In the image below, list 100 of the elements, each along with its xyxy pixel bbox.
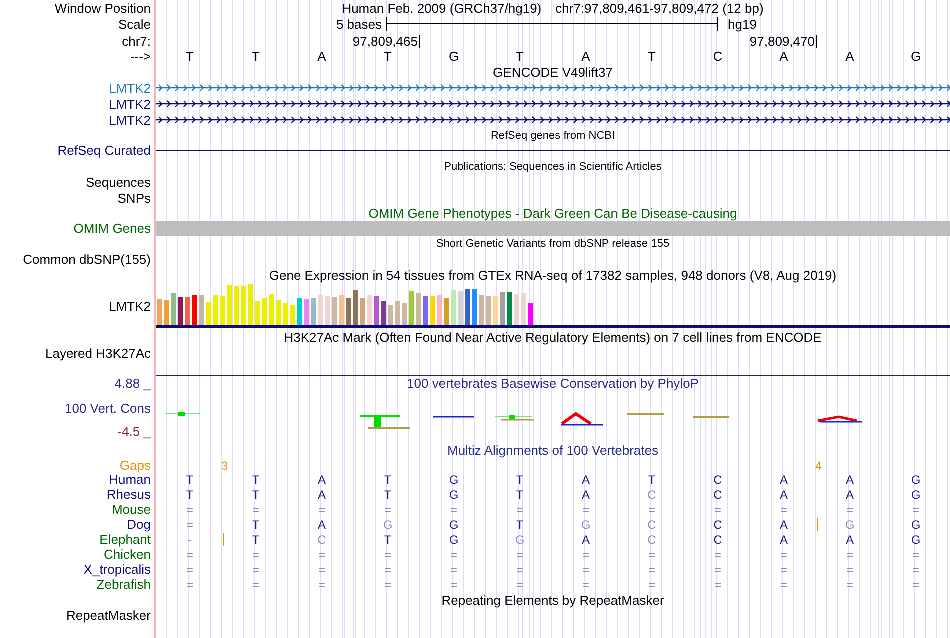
aligned-base: =: [450, 502, 458, 516]
axis-min-label: -4.5 _: [118, 426, 151, 438]
position-range-text: chr7:97,809,461-97,809,472 (12 bp): [556, 0, 764, 16]
track-label: Scale: [118, 17, 151, 32]
aligned-base: T: [384, 472, 392, 486]
aligned-base: =: [384, 578, 392, 592]
aligned-base: =: [912, 562, 920, 576]
aligned-base: =: [846, 548, 854, 562]
base-letter: G: [910, 49, 922, 64]
aligned-base: =: [648, 548, 656, 562]
track-title: Gene Expression in 54 tissues from GTEx RNA-seq of 17382 samples, 948 donors (V8, Aug 2019): [269, 268, 837, 283]
aligned-base: A: [582, 472, 590, 486]
aligned-base: =: [912, 548, 920, 562]
aligned-base: A: [780, 518, 788, 532]
aligned-base: G: [449, 488, 459, 502]
aligned-base: =: [912, 502, 920, 516]
aligned-base: T: [516, 518, 524, 532]
aligned-base: C: [648, 518, 656, 532]
aligned-base: =: [846, 502, 854, 516]
aligned-base: =: [384, 502, 392, 516]
species-label: Elephant: [100, 532, 151, 547]
base-letter: A: [580, 49, 592, 64]
aligned-base: T: [384, 532, 392, 546]
aligned-base: =: [318, 502, 326, 516]
base-letter: A: [316, 49, 328, 64]
aligned-base: T: [252, 518, 260, 532]
base-letter: T: [515, 49, 525, 64]
aligned-base: G: [449, 518, 459, 532]
species-label: Chicken: [104, 547, 151, 562]
species-label: X_tropicalis: [84, 562, 151, 577]
track-label: chr7:: [122, 34, 151, 48]
track-label: Common dbSNP(155): [23, 252, 151, 267]
aligned-base: =: [648, 502, 656, 516]
aligned-base: =: [714, 548, 722, 562]
track-label: Window Position: [54, 0, 151, 16]
aligned-base: A: [582, 488, 590, 502]
track-label: Gaps: [120, 458, 151, 473]
track-label: 100 Vert. Cons: [65, 400, 151, 418]
gene-label: LMTK2: [109, 96, 151, 112]
gene-label: LMTK2: [109, 80, 151, 96]
species-label: Human: [109, 472, 151, 487]
species-label: Mouse: [112, 502, 151, 517]
aligned-base: =: [516, 562, 524, 576]
aligned-base: =: [714, 578, 722, 592]
aligned-base: A: [780, 532, 788, 546]
aligned-base: G: [449, 472, 459, 486]
track-title: GENCODE V49lift37: [493, 64, 613, 80]
strand-label: --->: [130, 49, 151, 64]
assembly-text: Human Feb. 2009 (GRCh37/hg19): [342, 0, 542, 16]
aligned-base: =: [252, 502, 260, 516]
aligned-base: =: [516, 578, 524, 592]
aligned-base: =: [714, 502, 722, 516]
aligned-base: G: [383, 518, 393, 532]
species-label: Dog: [127, 517, 151, 532]
aligned-base: =: [318, 562, 326, 576]
aligned-base: =: [582, 562, 590, 576]
aligned-base: A: [846, 472, 854, 486]
aligned-base: A: [318, 488, 326, 502]
aligned-base: C: [318, 532, 326, 546]
track-label: RepeatMasker: [66, 608, 151, 623]
aligned-base: G: [911, 532, 921, 546]
aligned-base: -: [188, 532, 192, 546]
track-title: Repeating Elements by RepeatMasker: [442, 592, 664, 608]
aligned-base: =: [846, 578, 854, 592]
base-letter: C: [712, 49, 724, 64]
base-letter: T: [251, 49, 261, 64]
aligned-base: =: [186, 518, 194, 532]
aligned-base: T: [186, 488, 194, 502]
aligned-base: =: [252, 562, 260, 576]
aligned-base: =: [384, 548, 392, 562]
aligned-base: A: [846, 488, 854, 502]
aligned-base: =: [582, 548, 590, 562]
aligned-base: T: [516, 472, 524, 486]
aligned-base: A: [780, 488, 788, 502]
track-title: RefSeq genes from NCBI: [490, 130, 616, 142]
species-label: Rhesus: [106, 487, 151, 502]
aligned-base: T: [252, 488, 260, 502]
aligned-base: =: [516, 502, 524, 516]
aligned-base: =: [186, 578, 194, 592]
aligned-base: =: [780, 562, 788, 576]
base-letter: T: [647, 49, 657, 64]
aligned-base: =: [846, 562, 854, 576]
base-letter: T: [383, 49, 393, 64]
aligned-base: =: [252, 548, 260, 562]
aligned-base: T: [252, 472, 260, 486]
track-title: Multiz Alignments of 100 Vertebrates: [447, 443, 658, 458]
aligned-base: =: [648, 562, 656, 576]
aligned-base: T: [252, 532, 260, 546]
aligned-base: =: [450, 562, 458, 576]
aligned-base: T: [516, 488, 524, 502]
aligned-base: =: [186, 502, 194, 516]
base-letter: A: [778, 49, 790, 64]
aligned-base: G: [581, 518, 591, 532]
assembly-name-text: hg19: [728, 17, 757, 32]
aligned-base: C: [648, 532, 656, 546]
track-label: Sequences: [86, 175, 151, 190]
aligned-base: C: [714, 488, 722, 502]
aligned-base: =: [582, 578, 590, 592]
aligned-base: =: [186, 562, 194, 576]
track-label: RefSeq Curated: [58, 143, 151, 158]
